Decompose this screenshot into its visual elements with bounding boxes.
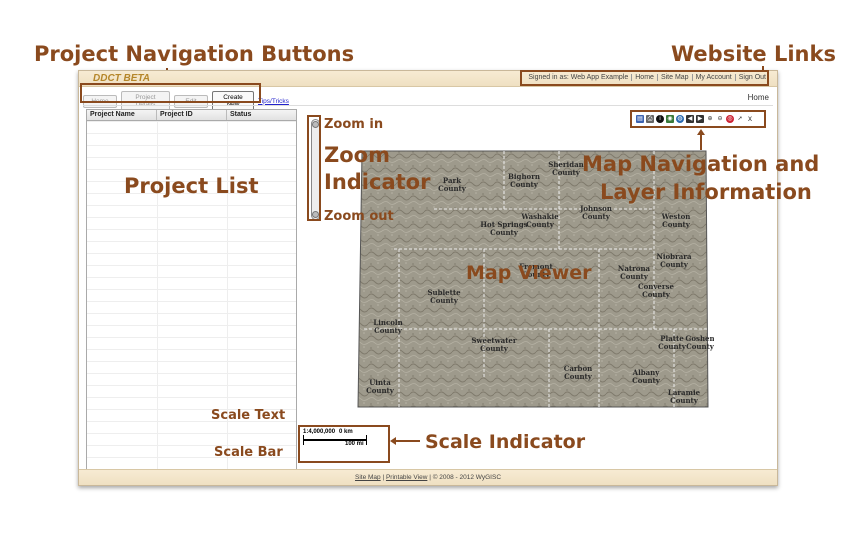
callout-project-list: Project List: [124, 174, 259, 198]
callout-map-nav-2: Layer Information: [600, 180, 812, 204]
county-label-sub: County: [552, 168, 581, 177]
county-label-sub: County: [642, 290, 671, 299]
county-label-sub: County: [430, 296, 459, 305]
callout-arrow: [697, 129, 705, 135]
callout-project-nav: Project Navigation Buttons: [34, 42, 355, 66]
county-label-sub: County: [366, 386, 395, 395]
app-footer: Site Map | Printable View | © 2008 - 201…: [79, 469, 777, 485]
annotation-box-zoom: [307, 115, 321, 221]
callout-arrow: [390, 437, 396, 445]
callout-line: [700, 134, 702, 150]
annotation-box-scale: [298, 425, 390, 463]
county-label-sub: County: [632, 376, 661, 385]
county-label-sub: County: [620, 272, 649, 281]
county-label-sub: County: [490, 228, 519, 237]
annotation-box-links: [520, 70, 769, 86]
county-label-sub: County: [480, 344, 509, 353]
callout-line: [396, 440, 420, 442]
county-label-sub: County: [670, 396, 699, 405]
callout-map-viewer: Map Viewer: [466, 262, 592, 284]
footer-copyright: | © 2008 - 2012 WyGISC: [429, 474, 502, 481]
tips-tricks-link[interactable]: Tips/Tricks: [258, 98, 289, 105]
annotation-box-nav: [80, 83, 261, 103]
annotation-box-map-tools: [630, 110, 766, 128]
app-window: DDCT BETA Signed in as: Web App Example …: [78, 70, 778, 486]
callout-zoom-out: Zoom out: [324, 209, 394, 224]
county-label-sub: County: [662, 220, 691, 229]
breadcrumb: Home: [747, 93, 769, 102]
footer-printable-link[interactable]: Printable View: [386, 474, 427, 481]
callout-map-nav-1: Map Navigation and: [582, 152, 820, 176]
callout-scale-indicator: Scale Indicator: [425, 431, 586, 453]
callout-scale-bar: Scale Bar: [214, 445, 283, 460]
county-label-sub: County: [658, 342, 687, 351]
callout-zoom-indicator-1: Zoom: [324, 143, 390, 167]
callout-zoom-indicator-2: Indicator: [324, 170, 431, 194]
column-header-project-id[interactable]: Project ID: [157, 110, 227, 120]
callout-website-links: Website Links: [671, 42, 836, 66]
county-label-sub: County: [438, 184, 467, 193]
callout-scale-text: Scale Text: [211, 408, 286, 423]
footer-site-map-link[interactable]: Site Map: [355, 474, 381, 481]
column-header-status[interactable]: Status: [227, 110, 296, 120]
county-label-sub: County: [582, 212, 611, 221]
project-list-header: Project Name Project ID Status: [87, 110, 296, 121]
county-label-sub: County: [564, 372, 593, 381]
column-header-project-name[interactable]: Project Name: [87, 110, 157, 120]
divider: [83, 105, 773, 106]
county-label-sub: County: [374, 326, 403, 335]
county-label-sub: County: [510, 180, 539, 189]
county-label-sub: County: [660, 260, 689, 269]
callout-zoom-in: Zoom in: [324, 117, 384, 132]
county-label-sub: County: [526, 220, 555, 229]
county-label-sub: County: [686, 342, 714, 351]
